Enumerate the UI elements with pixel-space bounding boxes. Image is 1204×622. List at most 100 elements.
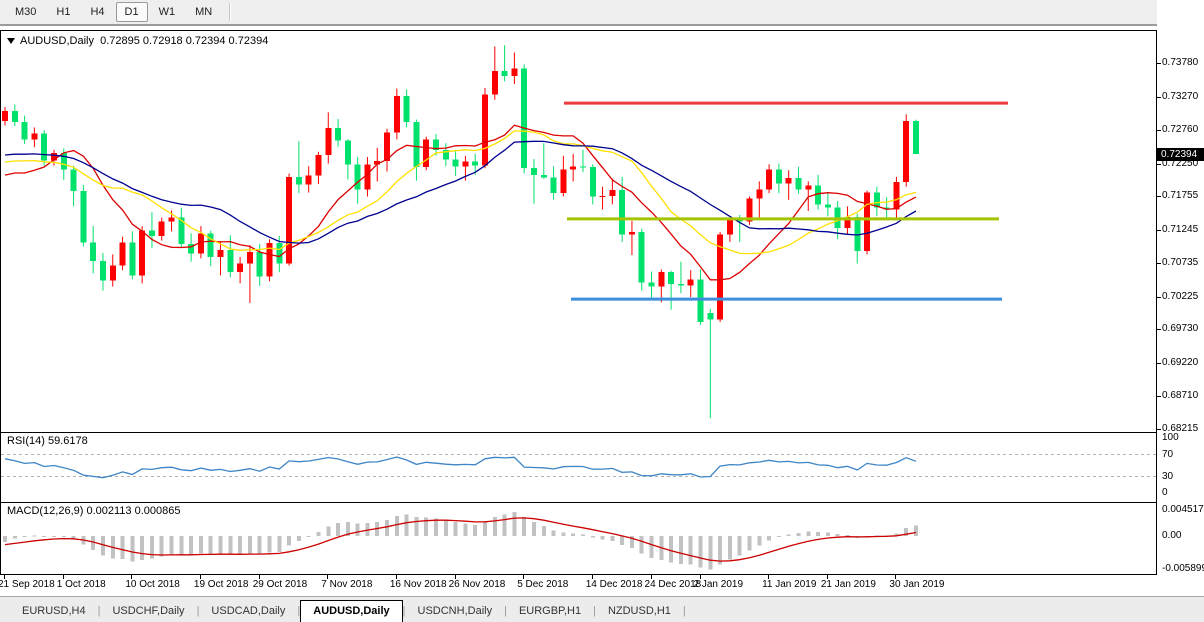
candle (639, 232, 645, 283)
macd-histogram-bar (552, 530, 556, 536)
price-axis: 0.737800.732700.727600.722500.717550.712… (1157, 0, 1204, 596)
macd-histogram-bar (248, 536, 252, 553)
macd-histogram-bar (267, 536, 271, 552)
candle (129, 243, 135, 276)
macd-histogram-bar (806, 532, 810, 536)
macd-histogram-bar (689, 536, 693, 565)
chart-ohlc-values: 0.72895 0.72918 0.72394 0.72394 (100, 35, 268, 47)
macd-histogram-bar (405, 515, 409, 536)
date-tick-label: 16 Nov 2018 (390, 579, 447, 590)
timeframe-button-w1[interactable]: W1 (150, 2, 185, 22)
price-tick-label: 0.71755 (1162, 190, 1198, 201)
macd-histogram-bar (757, 536, 761, 546)
candle (776, 170, 782, 184)
candle (110, 266, 116, 281)
price-tick-mark (1157, 196, 1161, 197)
symbol-tab-audusd[interactable]: AUDUSD,Daily (300, 600, 402, 622)
price-tick-mark (1157, 297, 1161, 298)
candle (570, 166, 576, 169)
symbol-tab-eurusd[interactable]: EURUSD,H4 (10, 601, 98, 622)
timeframe-button-m30[interactable]: M30 (6, 2, 45, 22)
candle (325, 128, 331, 155)
macd-histogram-bar (620, 536, 624, 545)
date-tick-label: 30 Jan 2019 (889, 579, 944, 590)
candle (658, 272, 664, 286)
symbol-dropdown-icon[interactable] (7, 38, 15, 44)
candle (345, 141, 351, 165)
price-tick-mark (1157, 396, 1161, 397)
timeframe-button-h1[interactable]: H1 (47, 2, 79, 22)
symbol-tab-usdcnh[interactable]: USDCNH,Daily (406, 601, 505, 622)
symbol-tab-nzdusd[interactable]: NZDUSD,H1 (596, 601, 683, 622)
candle (511, 68, 517, 76)
candle (423, 139, 429, 167)
rsi-axis-label: 30 (1162, 471, 1173, 482)
macd-histogram-bar (189, 536, 193, 555)
symbol-tab-usdcad[interactable]: USDCAD,Daily (199, 601, 297, 622)
price-tick-mark (1157, 164, 1161, 165)
macd-histogram-bar (414, 517, 418, 536)
symbol-tab-usdchf[interactable]: USDCHF,Daily (100, 601, 196, 622)
macd-histogram-bar (728, 536, 732, 559)
macd-histogram-bar (199, 536, 203, 553)
rsi-chart-canvas[interactable] (1, 433, 1156, 501)
macd-histogram-bar (718, 536, 722, 565)
macd-histogram-bar (581, 535, 585, 536)
candle (169, 218, 175, 222)
price-tick-label: 0.70225 (1162, 291, 1198, 302)
macd-histogram-bar (522, 517, 526, 536)
candlestick-chart-canvas[interactable] (1, 31, 1156, 432)
price-tick-mark (1157, 230, 1161, 231)
symbol-tab-bar: EURUSD,H4|USDCHF,Daily|USDCAD,Daily|AUDU… (0, 596, 1204, 622)
macd-histogram-bar (473, 525, 477, 536)
macd-histogram-bar (787, 534, 791, 536)
candle (453, 160, 459, 167)
current-price-badge: 0.72394 (1157, 148, 1204, 161)
macd-histogram-bar (336, 523, 340, 536)
main-chart-panel[interactable]: AUDUSD,Daily 0.72895 0.72918 0.72394 0.7… (0, 30, 1157, 433)
candle (139, 231, 145, 276)
candle (629, 232, 635, 235)
macd-histogram-bar (209, 536, 213, 554)
rsi-panel[interactable]: RSI(14) 59.6178 (0, 433, 1157, 503)
date-tick-label: 5 Dec 2018 (517, 579, 568, 590)
price-tick-label: 0.70735 (1162, 257, 1198, 268)
date-tick-label: 19 Oct 2018 (194, 579, 248, 590)
price-tick-mark (1157, 429, 1161, 430)
macd-panel[interactable]: MACD(12,26,9) 0.002113 0.000865 (0, 503, 1157, 575)
macd-histogram-bar (503, 514, 507, 536)
symbol-tab-eurgbp[interactable]: EURGBP,H1 (507, 601, 593, 622)
price-tick-mark (1157, 329, 1161, 330)
macd-histogram-bar (316, 532, 320, 536)
candle (590, 167, 596, 197)
macd-histogram-bar (52, 536, 56, 537)
rsi-axis-label: 70 (1162, 449, 1173, 460)
macd-histogram-bar (454, 522, 458, 536)
macd-histogram-bar (679, 536, 683, 564)
date-axis: 21 Sep 20181 Oct 201810 Oct 201819 Oct 2… (0, 575, 1157, 596)
timeframe-button-mn[interactable]: MN (186, 2, 221, 22)
date-tick-label: 26 Nov 2018 (449, 579, 506, 590)
chart-symbol-label: AUDUSD,Daily (20, 35, 94, 47)
macd-histogram-bar (777, 536, 781, 537)
macd-histogram-bar (747, 536, 751, 550)
candle (913, 121, 919, 154)
macd-histogram-bar (385, 520, 389, 536)
timeframe-button-d1[interactable]: D1 (116, 2, 148, 22)
candle (159, 222, 165, 236)
candle (619, 190, 625, 235)
candle (795, 178, 801, 189)
candle (903, 121, 909, 182)
timeframe-button-h4[interactable]: H4 (81, 2, 113, 22)
candle (100, 261, 106, 281)
macd-histogram-bar (179, 536, 183, 554)
candle (766, 170, 772, 190)
candle (31, 133, 37, 139)
macd-histogram-bar (699, 536, 703, 568)
macd-histogram-bar (395, 516, 399, 536)
date-tick-label: 10 Oct 2018 (125, 579, 179, 590)
candle (355, 164, 361, 189)
candle (149, 231, 155, 236)
candle (257, 252, 263, 277)
toolbar-separator (229, 3, 231, 21)
